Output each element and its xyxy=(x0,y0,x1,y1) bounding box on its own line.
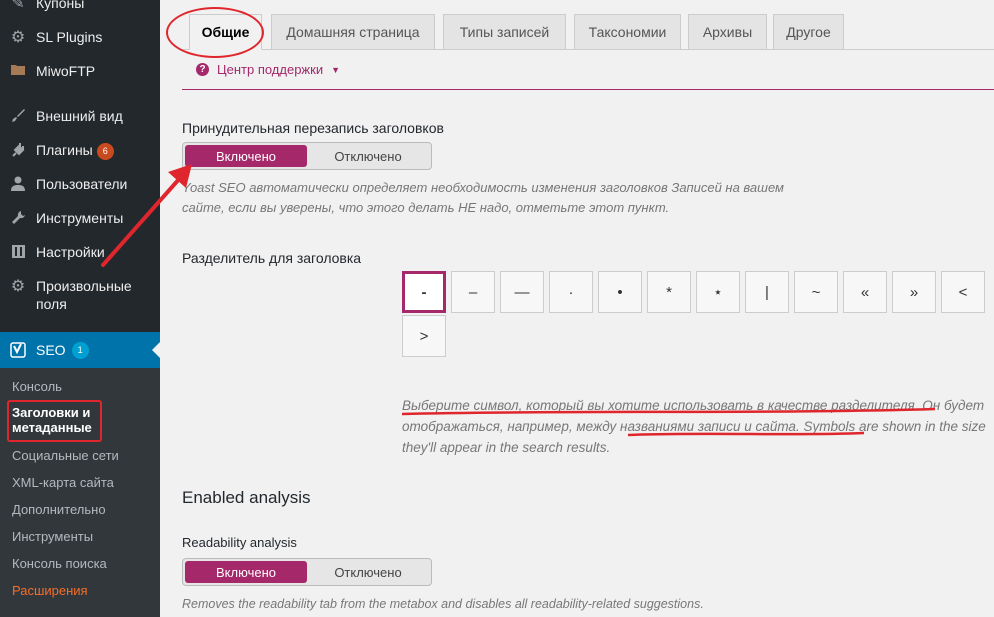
menu-item-tools[interactable]: Инструменты xyxy=(0,209,160,227)
menu-item-users[interactable]: Пользователи xyxy=(0,175,160,193)
plugins-update-badge: 6 xyxy=(96,143,114,160)
submenu-item-social[interactable]: Социальные сети xyxy=(12,448,119,463)
readability-off-option[interactable]: Отключено xyxy=(307,561,429,583)
admin-sidebar: ✎ Купоны ⚙ SL Plugins MiwoFTP Внешний ви… xyxy=(0,0,160,617)
menu-item-custom-fields[interactable]: ⚙ Произвольные поля xyxy=(0,277,150,313)
wrench-icon xyxy=(0,209,36,225)
menu-item-appearance[interactable]: Внешний вид xyxy=(0,107,160,125)
plug-icon xyxy=(0,141,36,157)
readability-toggle: Включено Отключено xyxy=(182,558,432,586)
submenu-item-search-console[interactable]: Консоль поиска xyxy=(12,556,107,571)
question-icon: ? xyxy=(196,63,209,76)
readability-label: Readability analysis xyxy=(182,535,297,550)
help-divider xyxy=(182,89,994,90)
tab-archives[interactable]: Архивы xyxy=(688,14,767,50)
settings-icon xyxy=(0,243,36,259)
menu-item-plugins[interactable]: Плагины 6 xyxy=(0,141,160,160)
readability-description: Removes the readability tab from the met… xyxy=(182,597,704,611)
tag-icon: ✎ xyxy=(11,0,25,12)
menu-item-sl-plugins[interactable]: ⚙ SL Plugins xyxy=(0,28,160,47)
force-rewrite-description: Yoast SEO автоматически определяет необх… xyxy=(182,180,784,215)
menu-item-miwoftp[interactable]: MiwoFTP xyxy=(0,62,160,80)
gear-icon: ⚙ xyxy=(10,29,26,46)
help-center-toggle[interactable]: ? Центр поддержки ▼ xyxy=(196,62,340,77)
separator-option-em-dash[interactable]: — xyxy=(500,271,544,313)
submenu-item-xml-sitemap[interactable]: XML-карта сайта xyxy=(12,475,114,490)
user-icon xyxy=(0,175,36,191)
menu-item-seo[interactable]: SEO 1 xyxy=(0,332,160,368)
caret-down-icon: ▼ xyxy=(331,64,341,75)
separator-option-lt[interactable]: < xyxy=(941,271,985,313)
tab-post-types[interactable]: Типы записей xyxy=(443,14,566,50)
separator-desc-underlined-2: между названиями записи и сайта xyxy=(576,419,796,434)
separator-option-tilde[interactable]: ~ xyxy=(794,271,838,313)
separator-option-pipe[interactable]: | xyxy=(745,271,789,313)
current-menu-arrow xyxy=(152,342,160,358)
menu-item-coupons[interactable]: ✎ Купоны xyxy=(0,0,160,13)
separator-option-raquo[interactable]: » xyxy=(892,271,936,313)
separator-option-laquo[interactable]: « xyxy=(843,271,887,313)
folder-icon xyxy=(0,62,36,75)
separator-option-dash[interactable]: - xyxy=(402,271,446,313)
separator-option-star[interactable]: ⋆ xyxy=(696,271,740,313)
force-rewrite-label: Принудительная перезапись заголовков xyxy=(182,120,444,136)
separator-option-gt[interactable]: > xyxy=(402,315,446,357)
tab-other[interactable]: Другое xyxy=(773,14,844,50)
menu-item-settings[interactable]: Настройки xyxy=(0,243,160,261)
enabled-analysis-heading: Enabled analysis xyxy=(182,488,311,507)
separator-option-middot[interactable]: · xyxy=(549,271,593,313)
tab-taxonomies[interactable]: Таксономии xyxy=(574,14,681,50)
submenu-item-tools[interactable]: Инструменты xyxy=(12,529,93,544)
force-rewrite-toggle: Включено Отключено xyxy=(182,142,432,170)
separator-description: Выберите символ, который вы хотите испол… xyxy=(402,398,986,455)
force-rewrite-on-option[interactable]: Включено xyxy=(185,145,307,167)
separator-option-en-dash[interactable]: – xyxy=(451,271,495,313)
separator-option-asterisk[interactable]: * xyxy=(647,271,691,313)
submenu-item-extensions[interactable]: Расширения xyxy=(12,583,88,598)
separator-option-bullet[interactable]: • xyxy=(598,271,642,313)
annotation-tab-circle xyxy=(166,7,264,58)
yoast-icon xyxy=(0,342,36,358)
separator-label: Разделитель для заголовка xyxy=(182,250,362,266)
submenu-item-advanced[interactable]: Дополнительно xyxy=(12,502,106,517)
gear-icon: ⚙ xyxy=(10,278,26,295)
force-rewrite-off-option[interactable]: Отключено xyxy=(307,145,429,167)
submenu-item-dashboard[interactable]: Консоль xyxy=(12,379,62,394)
tab-homepage[interactable]: Домашняя страница xyxy=(271,14,435,50)
separator-desc-underlined-1: Выберите символ, который вы хотите испол… xyxy=(402,398,915,413)
seo-notification-badge: 1 xyxy=(71,341,89,359)
brush-icon xyxy=(0,107,36,123)
annotation-submenu-highlight xyxy=(7,400,102,442)
readability-on-option[interactable]: Включено xyxy=(185,561,307,583)
